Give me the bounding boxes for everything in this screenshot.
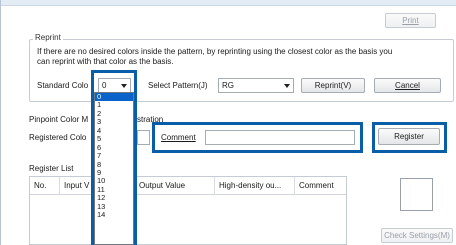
column-header-no[interactable]: No. [30,177,60,195]
pinpoint-group-title: Pinpoint Color M [29,115,88,124]
standard-color-label-text: Standard Colo [37,81,89,90]
register-list-title: Register List [29,164,73,173]
column-header-high-density[interactable]: High-density ou... [215,177,295,195]
select-pattern-select[interactable]: RG [218,78,294,93]
column-header-comment[interactable]: Comment [295,177,346,195]
reprint-group-title: Reprint [33,33,63,42]
standard-color-label: Standard Colo [37,81,88,90]
cancel-button[interactable]: Cancel [374,78,441,93]
title-strip [1,0,456,6]
check-settings-button[interactable]: Check Settings(M) [381,228,453,243]
highlight-register [372,122,447,153]
select-pattern-label: Select Pattern(J) [148,81,208,90]
cancel-button-label: Cancel [395,81,420,90]
column-header-output-value[interactable]: Output Value [135,177,215,195]
highlight-comment [152,122,363,153]
color-preview-box [400,178,433,211]
register-list-header: No. Input V Output Value High-density ou… [30,177,346,195]
reprint-button[interactable]: Reprint(V) [301,78,365,93]
chevron-down-icon [284,84,290,88]
register-list-title-text: Register List [29,164,74,173]
dropdown-option[interactable]: 14 [95,210,133,219]
registered-color-swatch[interactable] [137,130,150,145]
reprint-description-line2: can reprint with that color as the basis… [37,57,174,66]
print-button-label: Print [402,16,419,25]
dialog-window: Print Reprint If there are no desired co… [0,0,456,245]
reprint-description-line1: If there are no desired colors inside th… [37,47,393,56]
check-settings-button-label: Check Settings(M) [384,231,450,240]
select-pattern-select-value: RG [222,81,234,90]
standard-color-dropdown-list[interactable]: 0 1 2 3 4 5 6 7 8 9 10 11 12 13 14 [94,92,134,245]
print-button[interactable]: Print [385,13,436,28]
pinpoint-title-prefix: Pinpoint Color M [29,115,89,124]
registered-color-label: Registered Colo [29,133,87,142]
reprint-button-label: Reprint(V) [314,81,352,90]
